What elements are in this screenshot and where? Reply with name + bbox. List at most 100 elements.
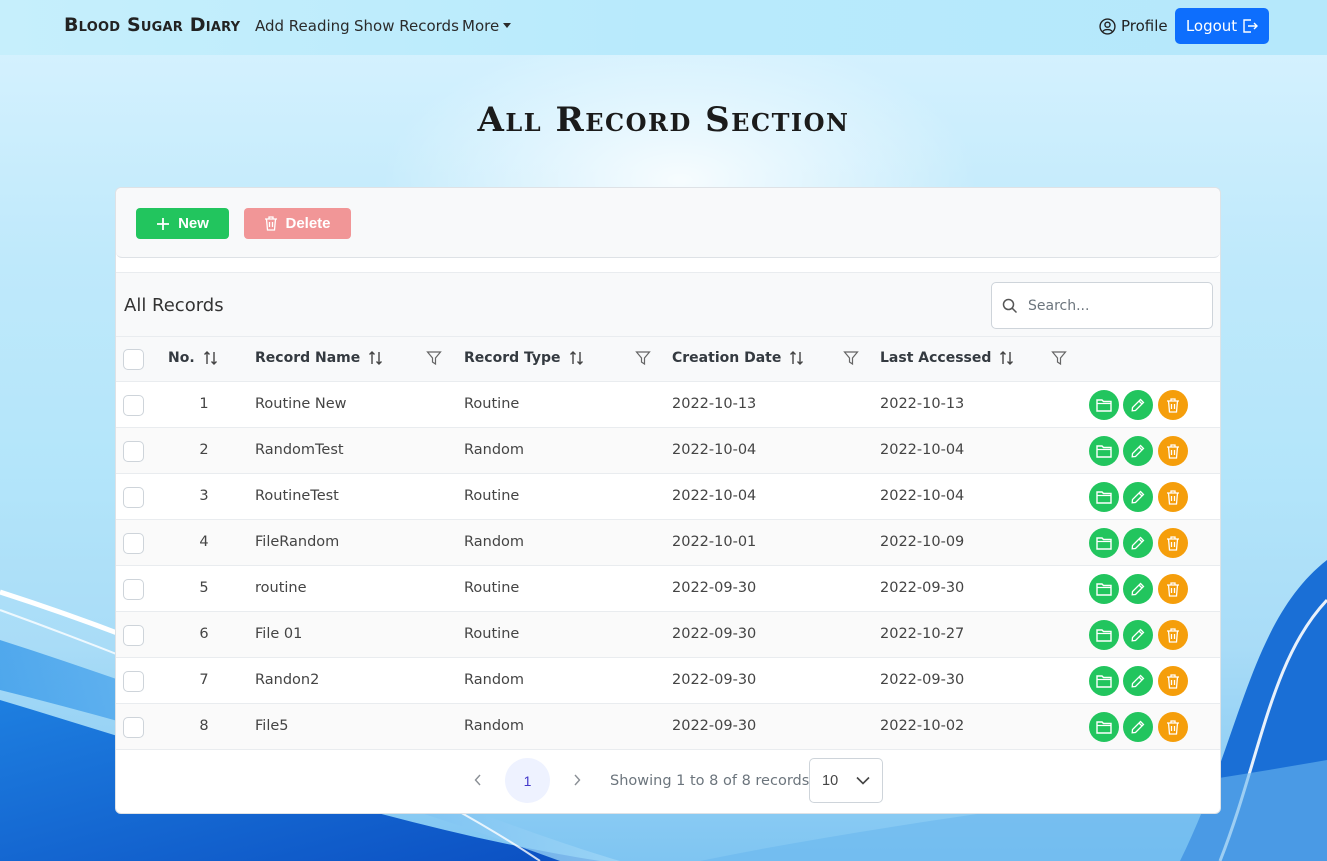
table-row: 1 Routine New Routine 2022-10-13 2022-10-13 <box>116 382 1220 428</box>
delete-button[interactable]: Delete <box>244 208 351 239</box>
cell-creation-date: 2022-09-30 <box>672 626 757 642</box>
sort-icon[interactable] <box>203 350 219 366</box>
cell-record-name: RandomTest <box>255 442 344 458</box>
filter-icon[interactable] <box>843 350 859 366</box>
edit-button[interactable] <box>1123 712 1153 742</box>
select-all-checkbox[interactable] <box>123 349 144 370</box>
new-button[interactable]: New <box>136 208 229 239</box>
page-size-value: 10 <box>822 772 839 789</box>
search-field[interactable] <box>991 282 1213 329</box>
sort-icon[interactable] <box>368 350 384 366</box>
row-checkbox[interactable] <box>123 625 144 646</box>
cell-record-type: Routine <box>464 488 520 504</box>
edit-button[interactable] <box>1123 574 1153 604</box>
column-label-record-type: Record Type <box>464 350 561 366</box>
chevron-left-icon[interactable] <box>474 773 482 789</box>
folder-icon <box>1096 674 1112 688</box>
chevron-right-icon[interactable] <box>573 773 581 789</box>
row-checkbox[interactable] <box>123 395 144 416</box>
open-folder-button[interactable] <box>1089 574 1119 604</box>
edit-button[interactable] <box>1123 390 1153 420</box>
cell-no: 4 <box>199 534 209 550</box>
filter-icon[interactable] <box>1051 350 1067 366</box>
open-folder-button[interactable] <box>1089 482 1119 512</box>
cell-last-accessed: 2022-09-30 <box>880 580 965 596</box>
cell-record-name: File 01 <box>255 626 303 642</box>
search-input[interactable] <box>1028 297 1188 314</box>
logout-button[interactable]: Logout <box>1175 8 1269 44</box>
cell-creation-date: 2022-09-30 <box>672 718 757 734</box>
open-folder-button[interactable] <box>1089 436 1119 466</box>
trash-icon <box>1166 581 1180 597</box>
cell-creation-date: 2022-10-04 <box>672 488 757 504</box>
profile-link[interactable]: Profile <box>1099 17 1168 35</box>
sort-icon[interactable] <box>569 350 585 366</box>
table-caption-bar: All Records <box>116 272 1220 336</box>
sort-icon[interactable] <box>789 350 805 366</box>
delete-row-button[interactable] <box>1158 436 1188 466</box>
delete-row-button[interactable] <box>1158 712 1188 742</box>
edit-button[interactable] <box>1123 620 1153 650</box>
cell-record-name: RoutineTest <box>255 488 339 504</box>
cell-no: 1 <box>199 396 209 412</box>
cell-no: 2 <box>199 442 209 458</box>
open-folder-button[interactable] <box>1089 390 1119 420</box>
row-checkbox[interactable] <box>123 579 144 600</box>
column-header-creation-date[interactable]: Creation Date <box>672 350 805 366</box>
cell-record-type: Random <box>464 672 525 688</box>
cell-last-accessed: 2022-09-30 <box>880 672 965 688</box>
row-checkbox[interactable] <box>123 671 144 692</box>
edit-button[interactable] <box>1123 666 1153 696</box>
cell-record-name: routine <box>255 580 307 596</box>
table-row: 4 FileRandom Random 2022-10-01 2022-10-09 <box>116 520 1220 566</box>
open-folder-button[interactable] <box>1089 620 1119 650</box>
page-button-current[interactable]: 1 <box>505 758 550 803</box>
column-label-record-name: Record Name <box>255 350 361 366</box>
open-folder-button[interactable] <box>1089 666 1119 696</box>
sort-icon[interactable] <box>999 350 1015 366</box>
trash-icon <box>1166 397 1180 413</box>
page-size-select[interactable]: 10 <box>809 758 883 803</box>
trash-icon <box>1166 535 1180 551</box>
nav-add-reading[interactable]: Add Reading <box>255 17 350 35</box>
filter-icon[interactable] <box>426 350 442 366</box>
delete-row-button[interactable] <box>1158 620 1188 650</box>
cell-last-accessed: 2022-10-02 <box>880 718 965 734</box>
edit-button[interactable] <box>1123 436 1153 466</box>
column-header-record-name[interactable]: Record Name <box>255 350 384 366</box>
cell-no: 7 <box>199 672 209 688</box>
open-folder-button[interactable] <box>1089 712 1119 742</box>
folder-icon <box>1096 490 1112 504</box>
filter-icon[interactable] <box>635 350 651 366</box>
edit-button[interactable] <box>1123 528 1153 558</box>
delete-row-button[interactable] <box>1158 482 1188 512</box>
delete-row-button[interactable] <box>1158 528 1188 558</box>
delete-row-button[interactable] <box>1158 390 1188 420</box>
pencil-icon <box>1131 536 1145 550</box>
row-checkbox[interactable] <box>123 487 144 508</box>
pencil-icon <box>1131 720 1145 734</box>
table-row: 8 File5 Random 2022-09-30 2022-10-02 <box>116 704 1220 750</box>
cell-no: 3 <box>199 488 209 504</box>
row-checkbox[interactable] <box>123 441 144 462</box>
column-header-last-accessed[interactable]: Last Accessed <box>880 350 1015 366</box>
edit-button[interactable] <box>1123 482 1153 512</box>
user-circle-icon <box>1099 17 1116 35</box>
column-header-record-type[interactable]: Record Type <box>464 350 585 366</box>
row-checkbox[interactable] <box>123 533 144 554</box>
nav-show-records[interactable]: Show Records <box>354 17 459 35</box>
open-folder-button[interactable] <box>1089 528 1119 558</box>
folder-icon <box>1096 398 1112 412</box>
row-checkbox[interactable] <box>123 717 144 738</box>
cell-creation-date: 2022-10-01 <box>672 534 757 550</box>
cell-last-accessed: 2022-10-13 <box>880 396 965 412</box>
delete-row-button[interactable] <box>1158 666 1188 696</box>
cell-record-name: File5 <box>255 718 289 734</box>
column-header-no[interactable]: No. <box>168 350 219 366</box>
brand-logo[interactable]: Blood Sugar Diary <box>64 14 240 36</box>
pencil-icon <box>1131 674 1145 688</box>
nav-more-dropdown[interactable]: More <box>462 17 512 35</box>
table-row: 5 routine Routine 2022-09-30 2022-09-30 <box>116 566 1220 612</box>
folder-icon <box>1096 628 1112 642</box>
delete-row-button[interactable] <box>1158 574 1188 604</box>
